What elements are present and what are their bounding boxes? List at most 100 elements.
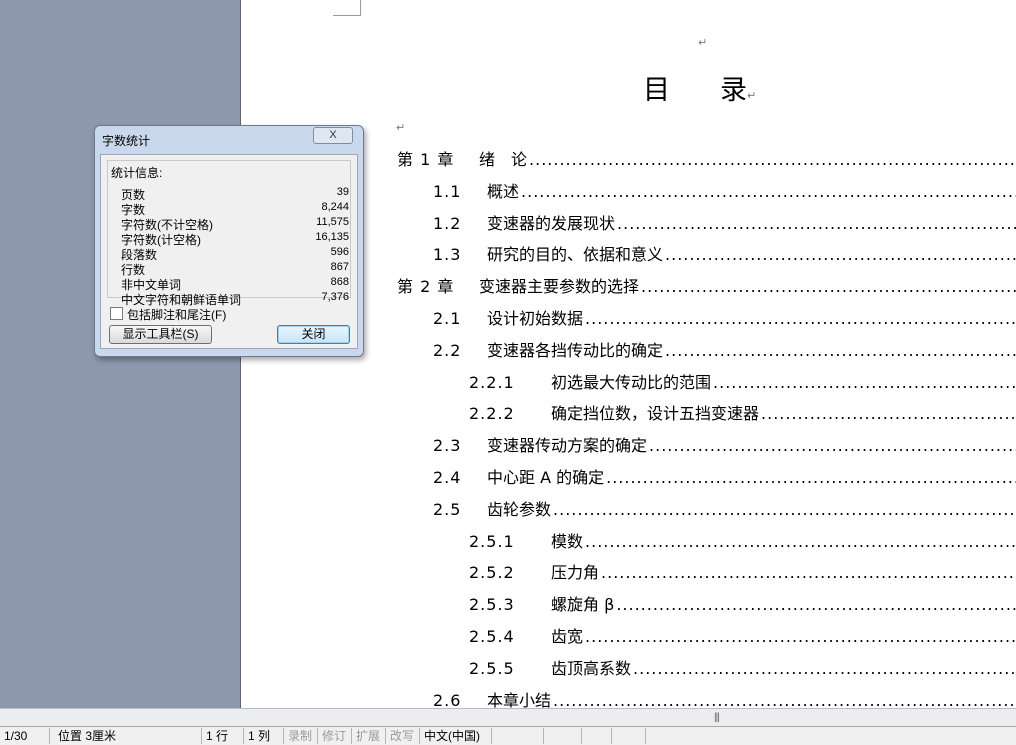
- toc-entry[interactable]: 2.5.4 齿宽: [469, 623, 1016, 647]
- toc-entry[interactable]: 1.1 概述: [433, 178, 1016, 202]
- toc-entry[interactable]: 2.5.5 齿顶高系数: [469, 655, 1016, 679]
- toc-leader-dots: [601, 563, 1016, 582]
- stats-group: 统计信息: 页数 39 字数 8,244 字符数(不计空格) 11,575 字符数(计空格)…: [107, 160, 351, 307]
- checkbox-label: 包括脚注和尾注(F): [127, 308, 227, 322]
- toc-leader-dots: [761, 404, 1016, 423]
- dialog-close-icon[interactable]: X: [313, 127, 353, 144]
- stat-value: 7,376: [321, 291, 349, 303]
- toc-entry[interactable]: 1.2 变速器的发展现状: [433, 210, 1016, 234]
- stat-value: 16,135: [315, 231, 349, 243]
- toc-entry[interactable]: 2.5 齿轮参数: [433, 496, 1016, 520]
- toc-entry[interactable]: 2.6 本章小结: [433, 687, 1016, 708]
- toc-entry-number: 2.2.2: [469, 404, 515, 424]
- toc-leader-dots: [585, 627, 1016, 646]
- toc-entry-title: 螺旋角 β: [551, 595, 615, 615]
- toc-entry-title: 变速器的发展现状: [487, 213, 616, 233]
- toc-title: 目录↵: [643, 75, 757, 106]
- toc-entry-title: 中心距 A 的确定: [487, 468, 605, 487]
- toc-entry-title: 齿轮参数: [487, 499, 552, 519]
- toc-entry-number: 2.5.2: [469, 563, 515, 583]
- toc-leader-dots: [585, 532, 1016, 551]
- toc-entry[interactable]: 2.5.3 螺旋角 β: [469, 591, 1016, 615]
- status-empty-2: [546, 728, 582, 744]
- toc-leader-dots: [521, 182, 1016, 201]
- stat-value: 8,244: [321, 201, 349, 213]
- stat-row: 非中文单词 868: [121, 276, 349, 292]
- toc-entry[interactable]: 2.5.2 压力角: [469, 559, 1016, 583]
- toc-entry-title: 研究的目的、依据和意义: [487, 245, 664, 265]
- toc-entry-title: 绪 论: [479, 150, 528, 169]
- toc-entry[interactable]: 2.3 变速器传动方案的确定: [433, 432, 1016, 456]
- status-extend[interactable]: 扩展: [352, 728, 386, 744]
- toc-entry[interactable]: 2.4 中心距 A 的确定: [433, 464, 1016, 488]
- toc-entry[interactable]: 第 2 章 变速器主要参数的选择: [397, 273, 1016, 297]
- word-count-dialog: 字数统计 X 统计信息: 页数 39 字数 8,244 字符数(不计空格) 11,575 字…: [94, 125, 364, 357]
- stat-row: 中文字符和朝鲜语单词 7,376: [121, 291, 349, 307]
- toc-entry[interactable]: 1.3 研究的目的、依据和意义: [433, 241, 1016, 265]
- toc-entry-number: 2.2: [433, 340, 462, 360]
- toc-entry-number: 1.3: [433, 245, 462, 265]
- toc-entry-title: 齿顶高系数: [551, 658, 632, 678]
- stat-value: 39: [336, 186, 349, 198]
- toc-entry-title: 模数: [551, 531, 584, 551]
- status-revise[interactable]: 修订: [318, 728, 352, 744]
- toc-entry-number: 2.5.1: [469, 531, 515, 551]
- toc-title-left: 目: [643, 75, 670, 106]
- margin-corner-mark: [333, 0, 361, 16]
- show-toolbar-button[interactable]: 显示工具栏(S): [109, 325, 212, 344]
- status-record[interactable]: 录制: [284, 728, 318, 744]
- paragraph-mark-icon: ↵: [396, 122, 406, 134]
- status-row[interactable]: 1 行: [202, 728, 244, 744]
- status-overtype[interactable]: 改写: [386, 728, 420, 744]
- toc-entry-number: 1.1: [433, 181, 462, 201]
- toc-entry-title: 本章小结: [487, 690, 552, 708]
- toc-entry-number: 第 2 章: [397, 277, 455, 297]
- toc-entry-number: 1.2: [433, 213, 462, 233]
- toc-leader-dots: [553, 500, 1016, 519]
- dialog-body: 统计信息: 页数 39 字数 8,244 字符数(不计空格) 11,575 字符数(计空格)…: [100, 154, 358, 349]
- toc-entry-number: 2.3: [433, 436, 462, 456]
- toc-leader-dots: [665, 245, 1016, 264]
- status-position[interactable]: 位置 3厘米: [54, 728, 202, 744]
- stat-row: 字符数(计空格) 16,135: [121, 231, 349, 247]
- toc-entry[interactable]: 2.2.1 初选最大传动比的范围: [469, 369, 1016, 393]
- toc-entry-title: 初选最大传动比的范围: [551, 372, 712, 392]
- toc-entry-title: 变速器各挡传动比的确定: [487, 340, 664, 360]
- toc-leader-dots: [606, 468, 1016, 487]
- status-page[interactable]: 1/30: [0, 728, 50, 744]
- stat-value: 867: [330, 261, 349, 273]
- toc-entry-title: 设计初始数据: [487, 309, 584, 328]
- horizontal-scroll-area[interactable]: |||: [0, 708, 1016, 726]
- toc-entry[interactable]: 第 1 章 绪 论: [397, 146, 1016, 170]
- status-language[interactable]: 中文(中国): [420, 728, 492, 744]
- toc-entry[interactable]: 2.2.2 确定挡位数，设计五挡变速器: [469, 400, 1016, 424]
- toc-leader-dots: [529, 150, 1016, 169]
- toc-leader-dots: [633, 659, 1016, 678]
- toc-leader-dots: [616, 595, 1016, 614]
- toc-leader-dots: [617, 214, 1016, 233]
- toc-leader-dots: [641, 277, 1016, 296]
- toc-entry-number: 2.1: [433, 309, 462, 328]
- toc-entry-number: 2.5: [433, 499, 462, 519]
- toc-entry-number: 2.4: [433, 468, 462, 487]
- toc-entry-number: 2.5.3: [469, 595, 515, 615]
- scroll-grip-icon[interactable]: |||: [714, 712, 720, 723]
- toc-entry[interactable]: 2.1 设计初始数据: [433, 305, 1016, 329]
- toc-entry-number: 2.6: [433, 690, 462, 708]
- stat-row: 字符数(不计空格) 11,575: [121, 216, 349, 232]
- stat-row: 页数 39: [121, 186, 349, 202]
- toc-entry-number: 第 1 章: [397, 150, 455, 169]
- status-bar: 1/30 位置 3厘米 1 行 1 列 录制 修订 扩展 改写 中文(中国): [0, 726, 1016, 745]
- toc-entry-title: 变速器主要参数的选择: [479, 277, 640, 297]
- checkbox-box[interactable]: [110, 307, 123, 320]
- toc-entry[interactable]: 2.2 变速器各挡传动比的确定: [433, 337, 1016, 361]
- stat-value: 11,575: [316, 216, 349, 228]
- toc-entry[interactable]: 2.5.1 模数: [469, 528, 1016, 552]
- close-button[interactable]: 关闭: [277, 325, 350, 344]
- status-column[interactable]: 1 列: [244, 728, 284, 744]
- include-footnotes-checkbox[interactable]: 包括脚注和尾注(F): [110, 306, 226, 323]
- toc-entry-title: 概述: [487, 181, 520, 201]
- dialog-title: 字数统计: [102, 134, 151, 148]
- status-empty-3: [584, 728, 612, 744]
- toc-entry-title: 压力角: [551, 563, 600, 583]
